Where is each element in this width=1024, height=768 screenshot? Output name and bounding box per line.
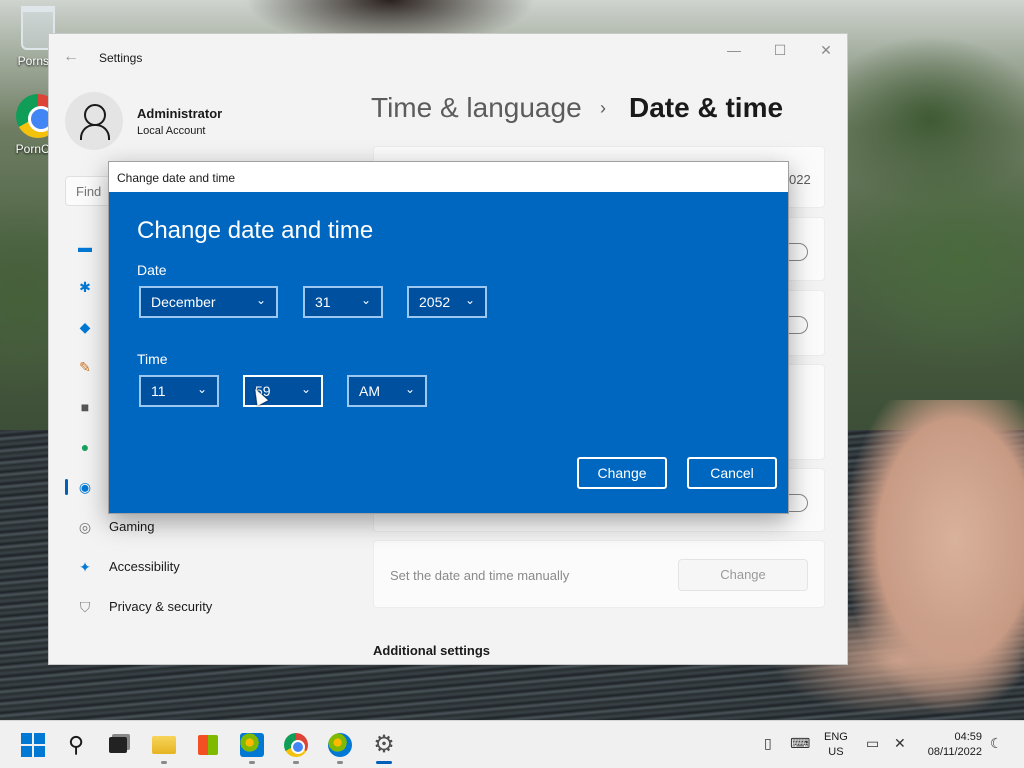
toggle-switch[interactable]	[786, 494, 808, 512]
file-explorer-button[interactable]	[152, 733, 176, 757]
settings-titlebar: ← Settings — ☐ ✕	[49, 34, 847, 82]
cancel-button[interactable]: Cancel	[687, 457, 777, 489]
system-icon: ▬	[78, 239, 92, 255]
chevron-down-icon: ⌄	[300, 382, 311, 396]
date-label: Date	[137, 262, 167, 278]
breadcrumb-parent[interactable]: Time & language	[371, 92, 582, 124]
windows-logo-icon	[34, 733, 45, 744]
dialog-titlebar[interactable]: Change date and time	[109, 162, 788, 192]
profile-account-type: Local Account	[137, 125, 206, 137]
language-indicator[interactable]: ENG US	[824, 730, 848, 760]
brush-icon: ✎	[79, 359, 91, 375]
additional-settings-heading: Additional settings	[373, 643, 490, 658]
chevron-down-icon: ⌄	[464, 293, 475, 307]
set-manually-label: Set the date and time manually	[390, 568, 570, 583]
profile-name: Administrator	[137, 106, 223, 121]
hour-dropdown[interactable]: 11 ⌄	[139, 375, 219, 407]
sidebar-item-label: Privacy & security	[109, 599, 213, 614]
accessibility-icon: ✦	[79, 559, 91, 575]
clock-time: 04:59	[954, 731, 982, 743]
account-icon: ●	[80, 439, 90, 455]
gear-icon: ⚙	[373, 731, 395, 758]
running-indicator	[161, 761, 167, 764]
hour-value: 11	[151, 383, 166, 399]
sidebar-item-accessibility[interactable]: ✦ Accessibility	[63, 549, 333, 585]
settings-taskbar-button[interactable]: ⚙	[372, 733, 396, 757]
clock-date: 08/11/2022	[927, 746, 982, 758]
set-manually-card: Set the date and time manually Change	[373, 540, 825, 608]
dialog-title: Change date and time	[117, 171, 236, 185]
month-value: December	[151, 294, 216, 310]
active-indicator	[376, 761, 392, 764]
apps-icon: ■	[80, 399, 90, 415]
dialog-heading: Change date and time	[137, 217, 374, 244]
photos-icon	[240, 733, 264, 757]
volume-muted-icon[interactable]: ✕	[894, 735, 906, 752]
minimize-button[interactable]: —	[719, 42, 749, 58]
task-view-button[interactable]	[106, 733, 130, 757]
chrome-icon	[284, 733, 308, 757]
day-dropdown[interactable]: 31 ⌄	[303, 286, 383, 318]
page-title: Date & time	[629, 92, 784, 123]
active-indicator	[65, 479, 68, 495]
running-indicator	[337, 761, 343, 764]
month-dropdown[interactable]: December ⌄	[139, 286, 278, 318]
keyboard-icon[interactable]: ⌨	[790, 735, 810, 752]
sidebar-item-privacy[interactable]: ⛉ Privacy & security	[63, 589, 333, 625]
store-button[interactable]	[196, 733, 220, 757]
current-date-text: 022	[789, 172, 811, 187]
store-icon	[198, 735, 218, 755]
maximize-button[interactable]: ☐	[765, 42, 795, 59]
chevron-down-icon: ⌄	[404, 382, 415, 396]
app-button[interactable]	[240, 733, 264, 757]
running-indicator	[293, 761, 299, 764]
chrome-button[interactable]	[284, 733, 308, 757]
ampm-dropdown[interactable]: AM ⌄	[347, 375, 427, 407]
start-button[interactable]	[21, 733, 45, 757]
search-icon[interactable]: ⚲	[64, 733, 88, 757]
task-view-icon	[109, 737, 127, 753]
globe-clock-icon: ◉	[78, 479, 92, 495]
paint-button[interactable]	[328, 733, 352, 757]
chevron-down-icon: ⌄	[196, 382, 207, 396]
gamepad-icon: ◎	[78, 519, 92, 535]
windows-logo-icon	[21, 746, 32, 757]
window-title: Settings	[99, 51, 143, 65]
sidebar-item-gaming[interactable]: ◎ Gaming	[63, 509, 333, 545]
avatar[interactable]	[65, 92, 123, 150]
toggle-switch[interactable]	[786, 316, 808, 334]
region-code: US	[828, 746, 844, 758]
sidebar-item-label: Accessibility	[109, 559, 180, 574]
breadcrumb-separator: ›	[600, 98, 606, 118]
day-value: 31	[315, 294, 331, 310]
wifi-icon: ◆	[79, 319, 91, 335]
ampm-value: AM	[359, 383, 380, 399]
clock[interactable]: 04:59 08/11/2022	[916, 730, 982, 760]
paint-icon	[328, 733, 352, 757]
sidebar-item-label: Gaming	[109, 519, 155, 534]
usb-icon[interactable]: ▯	[764, 735, 772, 752]
windows-logo-icon	[21, 733, 32, 744]
close-button[interactable]: ✕	[811, 42, 841, 59]
shield-icon: ⛉	[79, 599, 91, 615]
back-arrow-icon[interactable]: ←	[63, 48, 79, 66]
language-code: ENG	[824, 731, 848, 743]
folder-icon	[152, 736, 176, 754]
time-label: Time	[137, 351, 168, 367]
search-input[interactable]	[65, 176, 113, 206]
year-dropdown[interactable]: 2052 ⌄	[407, 286, 487, 318]
bluetooth-icon: ✱	[79, 279, 91, 295]
change-datetime-dialog: Change date and time Change date and tim…	[108, 161, 789, 514]
toggle-switch[interactable]	[786, 243, 808, 261]
year-value: 2052	[419, 294, 451, 310]
chevron-down-icon: ⌄	[360, 293, 371, 307]
change-datetime-button[interactable]: Change	[678, 559, 808, 591]
moon-icon[interactable]: ☾	[990, 735, 1003, 752]
running-indicator	[249, 761, 255, 764]
network-icon[interactable]: ▭	[866, 735, 879, 752]
windows-logo-icon	[34, 746, 45, 757]
taskbar: ⚲ ⚙ ▯ ⌨ ENG US ▭ ✕ 04:59 08/11/2022 ☾	[0, 720, 1024, 768]
change-button[interactable]: Change	[577, 457, 667, 489]
chevron-down-icon: ⌄	[255, 293, 266, 307]
